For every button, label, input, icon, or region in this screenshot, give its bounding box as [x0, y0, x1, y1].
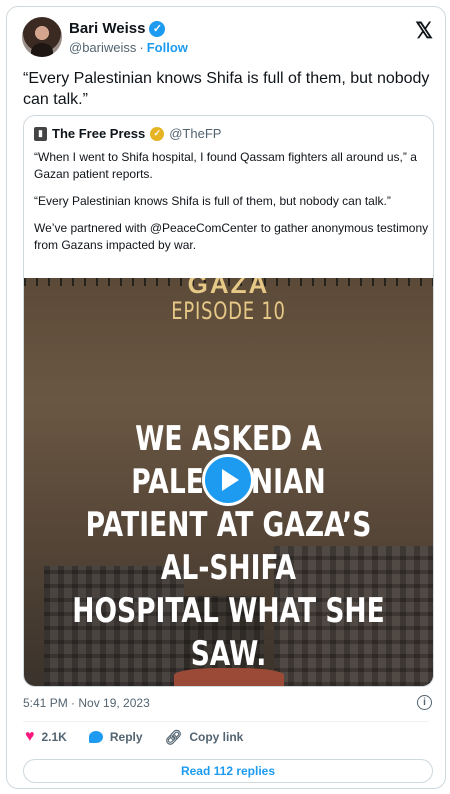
quoted-author-name: The Free Press — [52, 126, 146, 141]
quoted-paragraph: “Every Palestinian knows Shifa is full o… — [34, 194, 391, 208]
like-button[interactable]: ♥ 2.1K — [25, 728, 67, 746]
quoted-paragraph: We’ve partnered with @PeaceComCenter to … — [34, 221, 429, 252]
author-name[interactable]: Bari Weiss — [69, 20, 145, 37]
video-thumbnail[interactable]: GAZA EPISODE 10 WE ASKED A PALESTINIAN P… — [24, 278, 433, 686]
follow-button[interactable]: Follow — [147, 40, 188, 55]
quoted-tweet-text: “When I went to Shifa hospital, I found … — [34, 149, 429, 264]
link-icon: 🔗︎ — [164, 728, 183, 745]
separator-dot: · — [139, 40, 144, 55]
gold-verified-badge-icon: ✓ — [150, 126, 165, 141]
free-press-logo-icon: ▮ — [34, 126, 47, 141]
tweet-text: “Every Palestinian knows Shifa is full o… — [23, 70, 430, 108]
quoted-paragraph: “When I went to Shifa hospital, I found … — [34, 150, 417, 181]
divider — [23, 721, 429, 722]
reply-bubble-icon — [88, 731, 103, 743]
info-icon[interactable]: i — [417, 695, 432, 710]
quoted-tweet-header: ▮ The Free Press ✓ @TheFP — [34, 126, 221, 141]
heart-icon: ♥ — [25, 728, 35, 745]
episode-label: EPISODE 10 — [171, 297, 286, 325]
quoted-tweet[interactable]: ▮ The Free Press ✓ @TheFP “When I went t… — [23, 115, 434, 687]
author-handle-row: @bariweiss · Follow — [69, 40, 188, 55]
headline-line: PATIENT AT GAZA’S AL-SHIFA — [85, 505, 372, 588]
headline-line: HOSPITAL WHAT SHE SAW. — [72, 591, 385, 674]
tweet-timestamp[interactable]: 5:41 PM · Nov 19, 2023 — [23, 696, 150, 710]
x-logo-icon[interactable]: 𝕏 — [415, 18, 433, 44]
author-avatar[interactable] — [22, 17, 62, 57]
copy-link-button[interactable]: 🔗︎ Copy link — [165, 729, 244, 746]
reply-label: Reply — [109, 730, 143, 744]
like-count: 2.1K — [41, 730, 67, 744]
author-handle[interactable]: @bariweiss — [69, 40, 136, 55]
author-name-row: Bari Weiss ✓ — [69, 20, 166, 37]
read-replies-button[interactable]: Read 112 replies — [23, 759, 433, 783]
copy-link-label: Copy link — [189, 730, 244, 744]
verified-badge-icon: ✓ — [149, 20, 166, 37]
reply-button[interactable]: Reply — [88, 730, 143, 744]
action-bar: ♥ 2.1K Reply 🔗︎ Copy link — [25, 728, 265, 746]
play-button-icon[interactable] — [202, 454, 254, 506]
tweet-card: Bari Weiss ✓ @bariweiss · Follow 𝕏 “Ever… — [6, 6, 446, 789]
quoted-author-handle: @TheFP — [169, 126, 222, 141]
